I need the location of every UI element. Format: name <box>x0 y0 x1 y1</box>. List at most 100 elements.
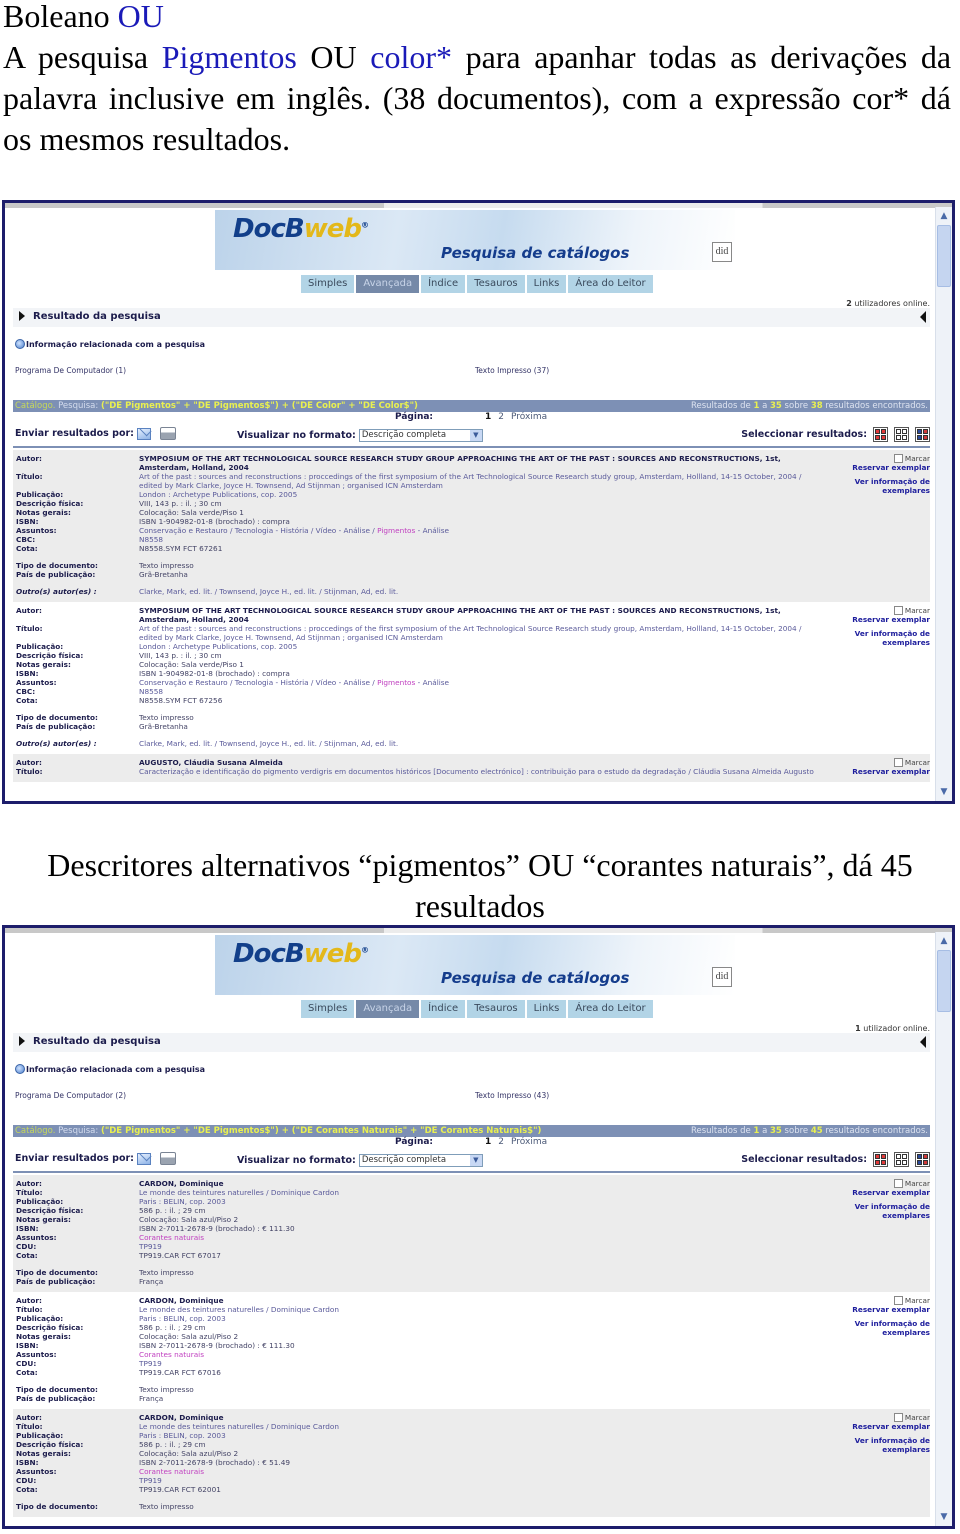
field-value[interactable]: Corantes naturais <box>139 1233 930 1242</box>
field-value[interactable]: Le monde des teintures naturelles / Domi… <box>139 1188 930 1197</box>
subject-highlight[interactable]: Pigmentos <box>377 526 415 535</box>
facet-printed-text[interactable]: Texto Impresso (43) <box>475 1091 549 1100</box>
mark-checkbox[interactable]: Marcar <box>830 1296 930 1305</box>
did-logo-icon[interactable]: did <box>712 967 732 987</box>
chevron-down-icon[interactable]: ▼ <box>469 430 482 441</box>
subject-text[interactable]: - Análise <box>415 526 449 535</box>
subject-highlight[interactable]: Pigmentos <box>377 678 415 687</box>
next-page-link[interactable]: Próxima <box>511 412 547 422</box>
field-value[interactable]: Caracterização e identificação do pigmen… <box>139 767 930 776</box>
page-link[interactable]: 2 <box>498 412 504 422</box>
nav-tab[interactable]: Avançada <box>356 1000 420 1018</box>
facet-printed-text[interactable]: Texto Impresso (37) <box>475 366 549 375</box>
copies-info-link[interactable]: Ver informação de exemplares <box>830 1319 930 1337</box>
field-value[interactable]: TP919 <box>139 1242 930 1251</box>
select-none-icon[interactable] <box>894 427 909 442</box>
subject-highlight[interactable]: Corantes naturais <box>139 1233 204 1242</box>
nav-tab[interactable]: Simples <box>301 275 355 293</box>
result-header[interactable]: Resultado da pesquisa <box>13 1033 930 1052</box>
chevron-down-icon[interactable]: ▼ <box>469 1155 482 1166</box>
subject-text[interactable]: Conservação e Restauro / Tecnologia - Hi… <box>139 526 377 535</box>
field-value[interactable]: Conservação e Restauro / Tecnologia - Hi… <box>139 526 930 535</box>
scroll-thumb[interactable] <box>937 950 951 1012</box>
nav-tab[interactable]: Tesauros <box>467 1000 525 1018</box>
mark-checkbox[interactable]: Marcar <box>830 606 930 615</box>
invert-selection-icon[interactable] <box>915 427 930 442</box>
field-value[interactable]: AUGUSTO, Cláudia Susana Almeida <box>139 758 930 767</box>
checkbox[interactable] <box>893 1413 903 1422</box>
field-value[interactable]: Paris : BELIN, cop. 2003 <box>139 1197 930 1206</box>
field-value[interactable]: N8558 <box>139 687 930 696</box>
facet-software[interactable]: Programa De Computador (1) <box>15 366 126 375</box>
field-value[interactable]: CARDON, Dominique <box>139 1413 930 1422</box>
mark-checkbox[interactable]: Marcar <box>830 1179 930 1188</box>
scrollbar[interactable]: ▲ ▼ <box>935 932 952 1526</box>
field-value[interactable]: Corantes naturais <box>139 1467 930 1476</box>
scroll-up-icon[interactable]: ▲ <box>936 209 952 223</box>
field-value[interactable]: Paris : BELIN, cop. 2003 <box>139 1314 930 1323</box>
checkbox[interactable] <box>893 606 903 615</box>
mark-checkbox[interactable]: Marcar <box>830 758 930 767</box>
nav-tab[interactable]: Avançada <box>356 275 420 293</box>
copies-info-link[interactable]: Ver informação de exemplares <box>830 477 930 495</box>
select-all-icon[interactable] <box>873 427 888 442</box>
reserve-link[interactable]: Reservar exemplar <box>830 1188 930 1197</box>
scroll-thumb[interactable] <box>937 225 951 287</box>
checkbox[interactable] <box>893 1296 903 1305</box>
format-dropdown[interactable]: Descrição completa ▼ <box>358 1154 483 1167</box>
scroll-down-icon[interactable]: ▼ <box>936 785 952 799</box>
checkbox[interactable] <box>893 1179 903 1188</box>
field-value[interactable]: CARDON, Dominique <box>139 1179 930 1188</box>
checkbox[interactable] <box>893 454 903 463</box>
collapse-arrow-icon[interactable] <box>920 311 926 323</box>
page-link[interactable]: 2 <box>498 1137 504 1147</box>
reserve-link[interactable]: Reservar exemplar <box>830 1305 930 1314</box>
field-value[interactable]: Art of the past : sources and reconstruc… <box>139 624 930 642</box>
field-value[interactable]: Corantes naturais <box>139 1350 930 1359</box>
facet-software[interactable]: Programa De Computador (2) <box>15 1091 126 1100</box>
field-value[interactable]: SYMPOSIUM OF THE ART TECHNOLOGICAL SOURC… <box>139 606 930 624</box>
nav-tab[interactable]: Simples <box>301 1000 355 1018</box>
format-dropdown[interactable]: Descrição completa ▼ <box>358 429 483 442</box>
field-value[interactable]: Le monde des teintures naturelles / Domi… <box>139 1422 930 1431</box>
select-none-icon[interactable] <box>894 1152 909 1167</box>
printer-icon[interactable] <box>159 427 176 440</box>
docbweb-logo[interactable]: DocBweb® <box>233 214 369 244</box>
subject-highlight[interactable]: Corantes naturais <box>139 1350 204 1359</box>
scroll-down-icon[interactable]: ▼ <box>936 1510 952 1524</box>
mark-checkbox[interactable]: Marcar <box>830 454 930 463</box>
copies-info-link[interactable]: Ver informação de exemplares <box>830 629 930 647</box>
next-page-link[interactable]: Próxima <box>511 1137 547 1147</box>
mark-checkbox[interactable]: Marcar <box>830 1413 930 1422</box>
nav-tab[interactable]: Links <box>526 1000 567 1018</box>
email-icon[interactable] <box>136 1152 151 1165</box>
invert-selection-icon[interactable] <box>915 1152 930 1167</box>
field-value[interactable]: TP919 <box>139 1359 930 1368</box>
expand-arrow-icon[interactable] <box>19 311 25 321</box>
nav-tab[interactable]: Índice <box>421 275 466 293</box>
printer-icon[interactable] <box>159 1152 176 1165</box>
nav-tab[interactable]: Área do Leitor <box>568 1000 653 1018</box>
did-logo-icon[interactable]: did <box>712 242 732 262</box>
nav-tab[interactable]: Tesauros <box>467 275 525 293</box>
field-value[interactable]: Clarke, Mark, ed. lit. / Townsend, Joyce… <box>139 587 930 596</box>
field-value[interactable]: Conservação e Restauro / Tecnologia - Hi… <box>139 678 930 687</box>
reserve-link[interactable]: Reservar exemplar <box>830 1422 930 1431</box>
field-value[interactable]: Clarke, Mark, ed. lit. / Townsend, Joyce… <box>139 739 930 748</box>
field-value[interactable]: Paris : BELIN, cop. 2003 <box>139 1431 930 1440</box>
docbweb-logo[interactable]: DocBweb® <box>233 939 369 969</box>
email-icon[interactable] <box>136 427 151 440</box>
field-value[interactable]: N8558 <box>139 535 930 544</box>
field-value[interactable]: London : Archetype Publications, cop. 20… <box>139 490 930 499</box>
reserve-link[interactable]: Reservar exemplar <box>830 767 930 776</box>
collapse-arrow-icon[interactable] <box>920 1036 926 1048</box>
copies-info-link[interactable]: Ver informação de exemplares <box>830 1436 930 1454</box>
result-header[interactable]: Resultado da pesquisa <box>13 308 930 327</box>
subject-text[interactable]: Conservação e Restauro / Tecnologia - Hi… <box>139 678 377 687</box>
field-value[interactable]: Le monde des teintures naturelles / Domi… <box>139 1305 930 1314</box>
nav-tab[interactable]: Área do Leitor <box>568 275 653 293</box>
field-value[interactable]: London : Archetype Publications, cop. 20… <box>139 642 930 651</box>
field-value[interactable]: SYMPOSIUM OF THE ART TECHNOLOGICAL SOURC… <box>139 454 930 472</box>
field-value[interactable]: Art of the past : sources and reconstruc… <box>139 472 930 490</box>
expand-arrow-icon[interactable] <box>19 1036 25 1046</box>
